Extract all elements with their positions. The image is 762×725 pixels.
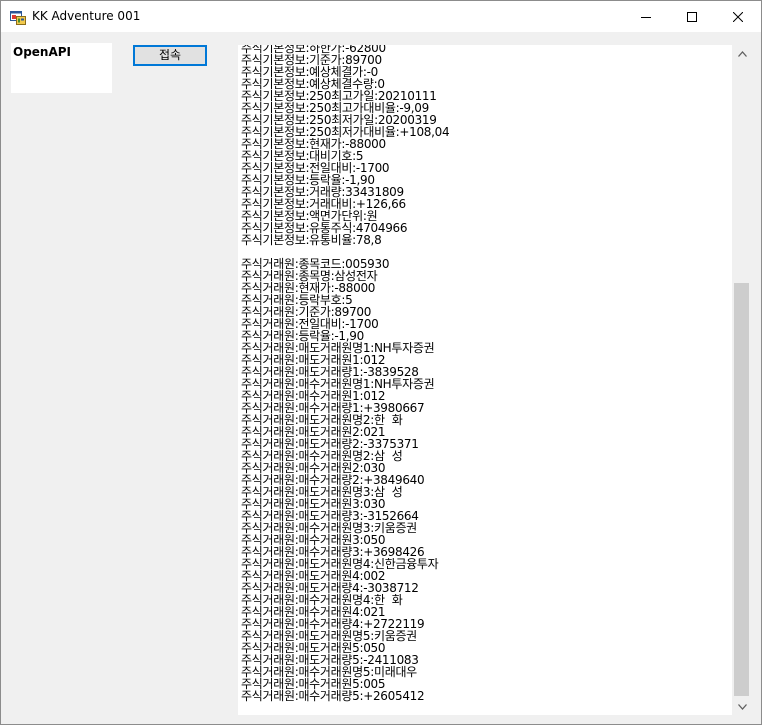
maximize-button[interactable] <box>669 1 715 32</box>
title-bar[interactable]: KK Adventure 001 <box>1 1 761 32</box>
vertical-scrollbar[interactable] <box>732 45 752 715</box>
client-area: OpenAPI 접속 주식기본정보:하한가:-62800 주식기본정보:기준가:8… <box>1 32 761 724</box>
close-button[interactable] <box>715 1 761 32</box>
scroll-up-button[interactable] <box>732 45 752 62</box>
openapi-panel: OpenAPI <box>11 43 112 93</box>
log-line: 주식기본정보:유통비율:78,8 <box>241 233 382 247</box>
openapi-label: OpenAPI <box>13 45 72 59</box>
app-window-icon[interactable] <box>10 9 26 25</box>
chevron-down-icon <box>737 703 747 710</box>
log-line: 주식거래원:매수거래량5:+2605412 <box>241 689 425 703</box>
close-icon <box>733 11 743 22</box>
scroll-down-button[interactable] <box>732 698 752 715</box>
window-title: KK Adventure 001 <box>32 9 141 23</box>
main-window: KK Adventure 001 OpenAPI 접속 주식기본정보:하한가:-… <box>0 0 762 725</box>
log-content: 주식기본정보:하한가:-62800 주식기본정보:기준가:89700 주식기본정보:… <box>241 45 731 702</box>
minimize-button[interactable] <box>623 1 669 32</box>
chevron-up-icon <box>737 50 747 57</box>
log-textbox[interactable]: 주식기본정보:하한가:-62800 주식기본정보:기준가:89700 주식기본정보:… <box>238 45 752 715</box>
connect-button[interactable]: 접속 <box>133 45 207 66</box>
minimize-icon <box>641 16 651 18</box>
maximize-icon <box>687 11 697 22</box>
scroll-thumb[interactable] <box>734 283 749 696</box>
